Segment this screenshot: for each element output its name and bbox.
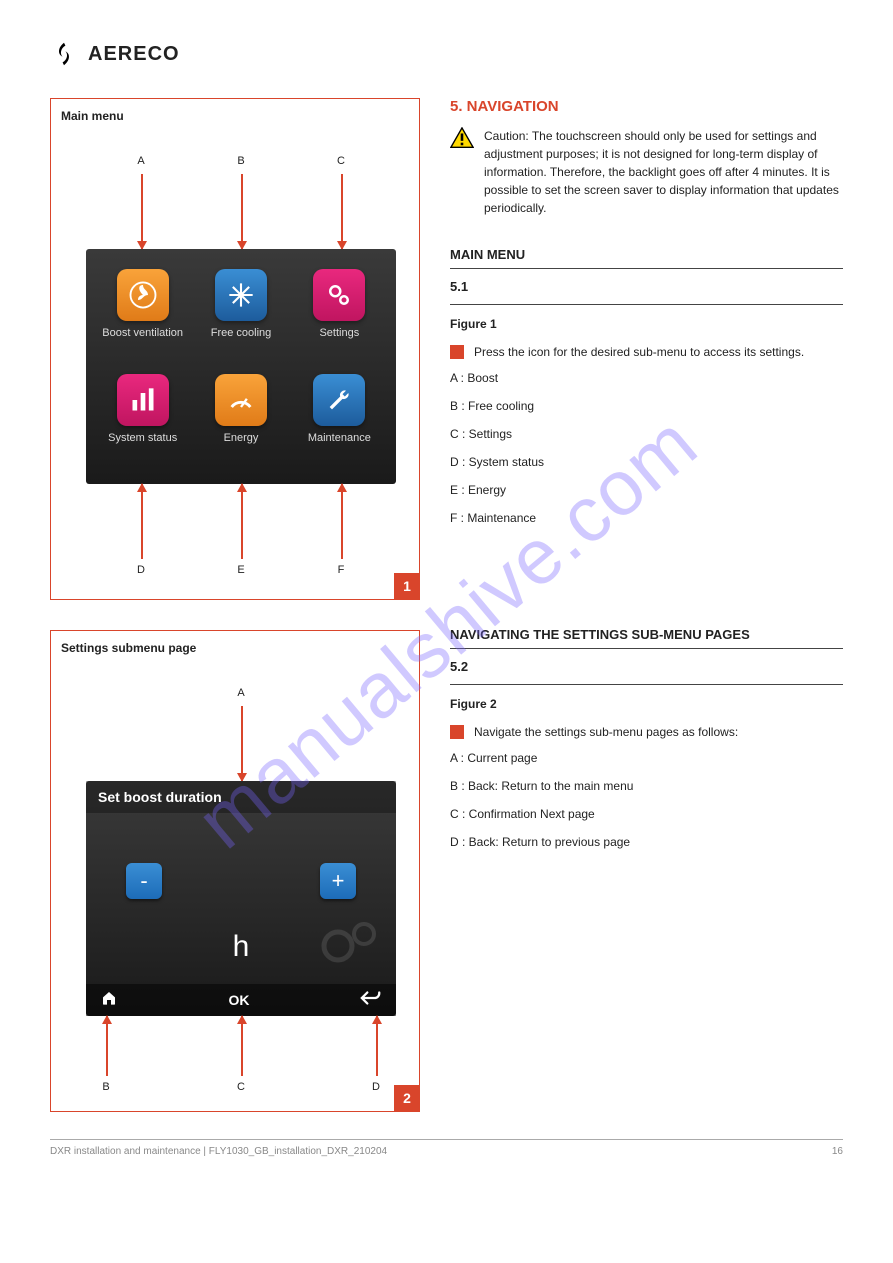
footer-page-number: 16 bbox=[832, 1146, 843, 1157]
list-item: C : Confirmation Next page bbox=[450, 805, 843, 823]
list-item: B : Free cooling bbox=[450, 397, 843, 415]
tile-label: Free cooling bbox=[211, 327, 272, 339]
settings-submenu-screen: Set boost duration - + h bbox=[86, 781, 396, 1016]
figure-2-box: Settings submenu page A Set boost durati… bbox=[50, 630, 420, 1112]
fig1-label-a: A bbox=[111, 155, 171, 167]
list-item: D : System status bbox=[450, 453, 843, 471]
screen-title: Set boost duration bbox=[86, 781, 396, 813]
tile-energy[interactable]: Energy bbox=[194, 374, 287, 464]
fig1-label-d: D bbox=[111, 564, 171, 576]
subhead-main-menu: MAIN MENU bbox=[450, 247, 843, 262]
header: AERECO bbox=[50, 40, 843, 68]
list-item: B : Back: Return to the main menu bbox=[450, 777, 843, 795]
warning-text: Caution: The touchscreen should only be … bbox=[484, 127, 843, 217]
tile-free-cooling[interactable]: Free cooling bbox=[194, 269, 287, 359]
section-heading: 5. NAVIGATION bbox=[450, 98, 843, 115]
figure-1-number: 1 bbox=[394, 573, 420, 599]
subnum: 5.1 bbox=[450, 279, 843, 294]
aereco-logo-icon bbox=[50, 40, 78, 68]
minus-button[interactable]: - bbox=[126, 863, 162, 899]
fig1-label-f: F bbox=[311, 564, 371, 576]
divider bbox=[450, 648, 843, 649]
step-text: Press the icon for the desired sub-menu … bbox=[474, 343, 804, 361]
unit-label: h bbox=[233, 930, 250, 964]
arrow-icon bbox=[141, 484, 143, 559]
main-menu-screen: Boost ventilation Free cooling Settings bbox=[86, 249, 396, 484]
figure-1-box: Main menu A B C Boost ventilation bbox=[50, 98, 420, 600]
warning-icon bbox=[450, 127, 474, 149]
figure-1-title: Main menu bbox=[61, 109, 409, 123]
tile-label: Settings bbox=[319, 327, 359, 339]
arrow-icon bbox=[241, 1016, 243, 1076]
back-icon[interactable] bbox=[360, 990, 382, 1011]
arrow-icon bbox=[341, 484, 343, 559]
fig-ref: Figure 1 bbox=[450, 317, 497, 331]
figure-2-title: Settings submenu page bbox=[61, 641, 409, 655]
bullet-icon bbox=[450, 345, 464, 359]
footer: DXR installation and maintenance | FLY10… bbox=[50, 1139, 843, 1157]
wrench-icon bbox=[313, 374, 365, 426]
arrow-icon bbox=[341, 174, 343, 249]
figure-2-number: 2 bbox=[394, 1085, 420, 1111]
fig1-label-c: C bbox=[311, 155, 371, 167]
fig1-label-b: B bbox=[211, 155, 271, 167]
list-item: D : Back: Return to previous page bbox=[450, 833, 843, 851]
arrow-icon bbox=[241, 174, 243, 249]
divider bbox=[450, 684, 843, 685]
tile-maintenance[interactable]: Maintenance bbox=[293, 374, 386, 464]
tile-boost[interactable]: Boost ventilation bbox=[96, 269, 189, 359]
fig2-label-a: A bbox=[211, 687, 271, 699]
arrow-icon bbox=[141, 174, 143, 249]
bars-icon bbox=[117, 374, 169, 426]
fig-ref: Figure 2 bbox=[450, 697, 497, 711]
subhead-nav-submenu: NAVIGATING THE SETTINGS SUB-MENU PAGES bbox=[450, 627, 843, 642]
gears-icon bbox=[313, 269, 365, 321]
brand-name: AERECO bbox=[88, 43, 180, 66]
tile-label: Maintenance bbox=[308, 432, 371, 444]
fig2-label-c: C bbox=[211, 1081, 271, 1093]
step-text: Navigate the settings sub-menu pages as … bbox=[474, 723, 738, 741]
gears-bg-icon bbox=[316, 916, 386, 974]
arrow-icon bbox=[376, 1016, 378, 1076]
list-item: A : Current page bbox=[450, 749, 843, 767]
footer-left: DXR installation and maintenance | FLY10… bbox=[50, 1146, 387, 1157]
subnum: 5.2 bbox=[450, 659, 843, 674]
home-icon[interactable] bbox=[100, 990, 118, 1011]
gauge-icon bbox=[215, 374, 267, 426]
tile-status[interactable]: System status bbox=[96, 374, 189, 464]
ok-button[interactable]: OK bbox=[229, 992, 250, 1008]
list-item: F : Maintenance bbox=[450, 509, 843, 527]
fig1-label-e: E bbox=[211, 564, 271, 576]
bullet-icon bbox=[450, 725, 464, 739]
list-item: A : Boost bbox=[450, 369, 843, 387]
plus-button[interactable]: + bbox=[320, 863, 356, 899]
fan-icon bbox=[117, 269, 169, 321]
list-item: E : Energy bbox=[450, 481, 843, 499]
tile-label: Boost ventilation bbox=[102, 327, 183, 339]
arrow-icon bbox=[241, 706, 243, 781]
fig2-label-b: B bbox=[76, 1081, 136, 1093]
divider bbox=[450, 268, 843, 269]
tile-label: Energy bbox=[224, 432, 259, 444]
list-item: C : Settings bbox=[450, 425, 843, 443]
divider bbox=[450, 304, 843, 305]
arrow-icon bbox=[241, 484, 243, 559]
tile-settings[interactable]: Settings bbox=[293, 269, 386, 359]
arrow-icon bbox=[106, 1016, 108, 1076]
tile-label: System status bbox=[108, 432, 177, 444]
snowflake-icon bbox=[215, 269, 267, 321]
